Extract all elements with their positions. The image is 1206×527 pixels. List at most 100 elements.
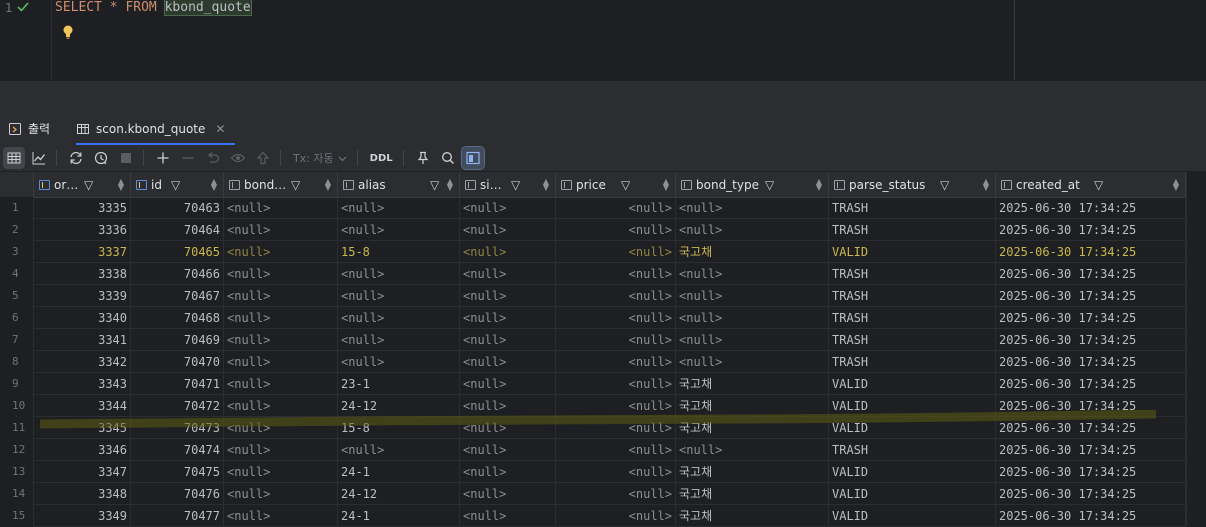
cell-price[interactable]: <null> — [556, 483, 676, 505]
value-panel-button[interactable] — [460, 146, 485, 170]
cell-created_at[interactable]: 2025-06-30 17:34:25 — [996, 505, 1186, 527]
cell-alias[interactable]: <null> — [338, 329, 460, 351]
cell-parse_status[interactable]: TRASH — [829, 439, 996, 461]
filter-icon[interactable]: ▽ — [171, 178, 180, 192]
cell-created_at[interactable]: 2025-06-30 17:34:25 — [996, 219, 1186, 241]
cell-or[interactable]: 3337 — [34, 241, 131, 263]
column-header-bond[interactable]: bond… ▽ ▲ ▼ — [224, 172, 338, 197]
cell-bond[interactable]: <null> — [224, 395, 338, 417]
table-row[interactable]: 14 3348 70476 <null> 24-12 <null> <null> 국고채 VAL… — [0, 483, 1186, 505]
row-number[interactable]: 3 — [0, 241, 34, 263]
cell-parse_status[interactable]: VALID — [829, 373, 996, 395]
ddl-button[interactable]: DDL — [366, 147, 397, 169]
history-button[interactable] — [90, 147, 112, 169]
cell-alias[interactable]: <null> — [338, 351, 460, 373]
cell-si[interactable]: <null> — [460, 483, 556, 505]
cell-or[interactable]: 3349 — [34, 505, 131, 527]
cell-or[interactable]: 3345 — [34, 417, 131, 439]
pin-button[interactable] — [412, 147, 434, 169]
cell-si[interactable]: <null> — [460, 395, 556, 417]
cell-parse_status[interactable]: VALID — [829, 395, 996, 417]
cell-id[interactable]: 70476 — [131, 483, 224, 505]
tab-output[interactable]: 출력 — [8, 112, 50, 145]
cell-si[interactable]: <null> — [460, 197, 556, 219]
table-row[interactable]: 13 3347 70475 <null> 24-1 <null> <null> 국고채 VALI… — [0, 461, 1186, 483]
preview-changes-button[interactable] — [227, 147, 249, 169]
cell-parse_status[interactable]: TRASH — [829, 307, 996, 329]
cell-si[interactable]: <null> — [460, 219, 556, 241]
cell-price[interactable]: <null> — [556, 461, 676, 483]
cell-bond[interactable]: <null> — [224, 439, 338, 461]
cell-alias[interactable]: 15-8 — [338, 241, 460, 263]
cell-price[interactable]: <null> — [556, 219, 676, 241]
cell-bond[interactable]: <null> — [224, 285, 338, 307]
cell-bond_type[interactable]: 국고채 — [676, 395, 829, 417]
cell-id[interactable]: 70466 — [131, 263, 224, 285]
table-row[interactable]: 8 3342 70470 <null> <null> <null> <null> <null>… — [0, 351, 1186, 373]
cell-parse_status[interactable]: VALID — [829, 461, 996, 483]
add-row-button[interactable] — [152, 147, 174, 169]
cell-id[interactable]: 70467 — [131, 285, 224, 307]
cell-bond[interactable]: <null> — [224, 329, 338, 351]
cell-created_at[interactable]: 2025-06-30 17:34:25 — [996, 197, 1186, 219]
row-number[interactable]: 11 — [0, 417, 34, 439]
result-grid[interactable]: or… ▽ ▲ ▼ id ▽ ▲ ▼ bond… ▽ ▲ ▼ alias ▽ ▲ ▼ si… ▽ ▲ ▼ price ▽ ▲… — [0, 172, 1186, 527]
tab-result-table[interactable]: scon.kbond_quote ✕ — [76, 112, 236, 145]
row-number[interactable]: 2 — [0, 219, 34, 241]
cell-bond[interactable]: <null> — [224, 219, 338, 241]
cell-or[interactable]: 3336 — [34, 219, 131, 241]
cell-or[interactable]: 3343 — [34, 373, 131, 395]
row-number[interactable]: 5 — [0, 285, 34, 307]
cell-alias[interactable]: <null> — [338, 263, 460, 285]
filter-icon[interactable]: ▽ — [621, 178, 630, 192]
filter-icon[interactable]: ▽ — [430, 178, 439, 192]
cell-bond_type[interactable]: <null> — [676, 329, 829, 351]
cell-alias[interactable]: <null> — [338, 197, 460, 219]
cell-id[interactable]: 70470 — [131, 351, 224, 373]
cell-id[interactable]: 70464 — [131, 219, 224, 241]
filter-icon[interactable]: ▽ — [765, 178, 774, 192]
cell-bond_type[interactable]: <null> — [676, 439, 829, 461]
table-row[interactable]: 2 3336 70464 <null> <null> <null> <null> <null>… — [0, 219, 1186, 241]
cell-created_at[interactable]: 2025-06-30 17:34:25 — [996, 439, 1186, 461]
cell-alias[interactable]: <null> — [338, 307, 460, 329]
cell-bond[interactable]: <null> — [224, 373, 338, 395]
cell-alias[interactable]: <null> — [338, 219, 460, 241]
cell-bond_type[interactable]: 국고채 — [676, 483, 829, 505]
cell-id[interactable]: 70472 — [131, 395, 224, 417]
cell-alias[interactable]: 15-8 — [338, 417, 460, 439]
cell-bond[interactable]: <null> — [224, 241, 338, 263]
cell-si[interactable]: <null> — [460, 505, 556, 527]
column-header-si[interactable]: si… ▽ ▲ ▼ — [460, 172, 556, 197]
cell-si[interactable]: <null> — [460, 439, 556, 461]
table-row[interactable]: 15 3349 70477 <null> 24-1 <null> <null> 국고채 VALI… — [0, 505, 1186, 527]
chart-view-button[interactable] — [28, 147, 50, 169]
table-row[interactable]: 10 3344 70472 <null> 24-12 <null> <null> 국고채 VAL… — [0, 395, 1186, 417]
column-header-bond_type[interactable]: bond_type ▽ ▲ ▼ — [676, 172, 829, 197]
row-number[interactable]: 14 — [0, 483, 34, 505]
cell-parse_status[interactable]: TRASH — [829, 219, 996, 241]
cell-or[interactable]: 3342 — [34, 351, 131, 373]
refresh-button[interactable] — [65, 147, 87, 169]
cell-bond_type[interactable]: 국고채 — [676, 505, 829, 527]
cell-created_at[interactable]: 2025-06-30 17:34:25 — [996, 417, 1186, 439]
row-number[interactable]: 13 — [0, 461, 34, 483]
cell-id[interactable]: 70469 — [131, 329, 224, 351]
sort-icon[interactable]: ▲ ▼ — [118, 177, 124, 191]
table-row[interactable]: 3 3337 70465 <null> 15-8 <null> <null> 국고채 VALID… — [0, 241, 1186, 263]
cell-id[interactable]: 70471 — [131, 373, 224, 395]
sort-icon[interactable]: ▲ ▼ — [325, 177, 331, 191]
cell-or[interactable]: 3344 — [34, 395, 131, 417]
cell-created_at[interactable]: 2025-06-30 17:34:25 — [996, 285, 1186, 307]
cell-parse_status[interactable]: TRASH — [829, 329, 996, 351]
table-row[interactable]: 5 3339 70467 <null> <null> <null> <null> <null>… — [0, 285, 1186, 307]
sql-editor[interactable]: 1 SELECT * FROM kbond_quote — [0, 0, 1206, 80]
cell-created_at[interactable]: 2025-06-30 17:34:25 — [996, 263, 1186, 285]
filter-icon[interactable]: ▽ — [84, 178, 93, 192]
cell-or[interactable]: 3348 — [34, 483, 131, 505]
cell-alias[interactable]: 24-12 — [338, 395, 460, 417]
cell-parse_status[interactable]: VALID — [829, 241, 996, 263]
cell-si[interactable]: <null> — [460, 351, 556, 373]
cell-bond[interactable]: <null> — [224, 263, 338, 285]
stop-button[interactable] — [115, 147, 137, 169]
